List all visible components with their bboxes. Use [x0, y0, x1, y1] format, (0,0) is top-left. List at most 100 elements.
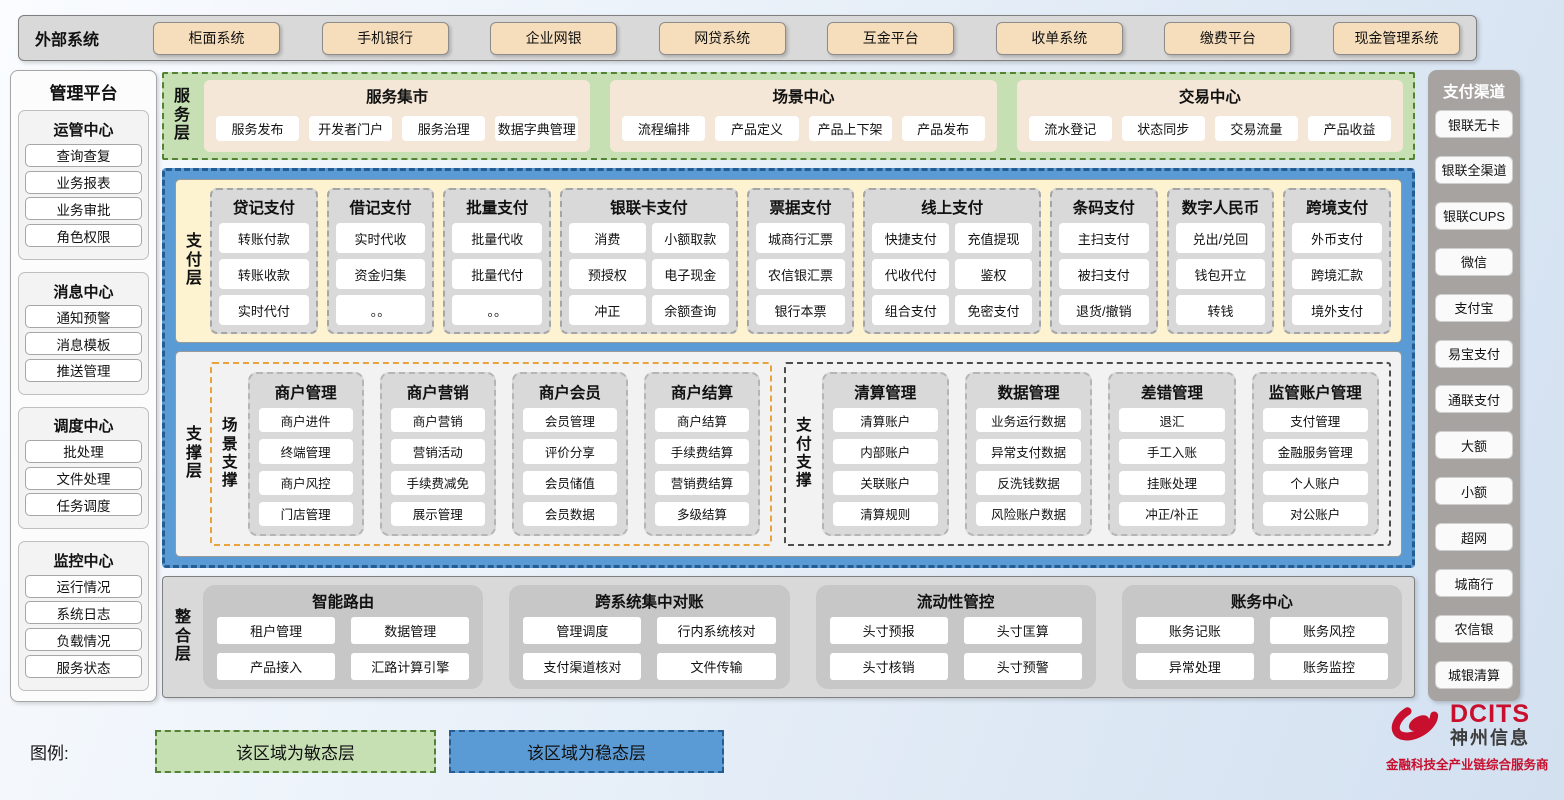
payment-item-button[interactable]: 充值提现 [955, 223, 1032, 253]
payment-item-button[interactable]: 资金归集 [336, 259, 426, 289]
support-item-button[interactable]: 会员储值 [523, 471, 617, 495]
service-item-button[interactable]: 产品定义 [715, 116, 798, 141]
support-item-button[interactable]: 内部账户 [833, 439, 938, 463]
external-system-button[interactable]: 缴费平台 [1164, 22, 1291, 55]
support-item-button[interactable]: 金融服务管理 [1263, 439, 1368, 463]
payment-channel-button[interactable]: 超网 [1435, 523, 1513, 551]
integration-item-button[interactable]: 账务风控 [1270, 617, 1388, 644]
payment-item-button[interactable]: 钱包开立 [1176, 259, 1266, 289]
payment-item-button[interactable]: 快捷支付 [872, 223, 949, 253]
payment-item-button[interactable]: 农信银汇票 [756, 259, 846, 289]
integration-item-button[interactable]: 汇路计算引擎 [351, 653, 469, 680]
support-item-button[interactable]: 关联账户 [833, 471, 938, 495]
management-item-button[interactable]: 负载情况 [25, 628, 142, 651]
management-item-button[interactable]: 通知预警 [25, 305, 142, 328]
integration-item-button[interactable]: 头寸预报 [830, 617, 948, 644]
integration-item-button[interactable]: 数据管理 [351, 617, 469, 644]
payment-item-button[interactable]: 批量代付 [452, 259, 542, 289]
support-item-button[interactable]: 商户营销 [391, 408, 485, 432]
payment-channel-button[interactable]: 银联CUPS [1435, 202, 1513, 230]
management-item-button[interactable]: 业务报表 [25, 171, 142, 194]
payment-item-button[interactable]: 。。 [452, 295, 542, 325]
integration-item-button[interactable]: 产品接入 [217, 653, 335, 680]
management-item-button[interactable]: 业务审批 [25, 197, 142, 220]
payment-item-button[interactable]: 转钱 [1176, 295, 1266, 325]
payment-item-button[interactable]: 批量代收 [452, 223, 542, 253]
integration-item-button[interactable]: 文件传输 [657, 653, 775, 680]
management-item-button[interactable]: 批处理 [25, 440, 142, 463]
service-item-button[interactable]: 流程编排 [622, 116, 705, 141]
external-system-button[interactable]: 互金平台 [827, 22, 954, 55]
payment-item-button[interactable]: 银行本票 [756, 295, 846, 325]
payment-item-button[interactable]: 消费 [569, 223, 646, 253]
integration-item-button[interactable]: 管理调度 [523, 617, 641, 644]
service-item-button[interactable]: 流水登记 [1029, 116, 1112, 141]
support-item-button[interactable]: 手续费减免 [391, 471, 485, 495]
payment-item-button[interactable]: 组合支付 [872, 295, 949, 325]
support-item-button[interactable]: 展示管理 [391, 502, 485, 526]
management-item-button[interactable]: 推送管理 [25, 359, 142, 382]
payment-channel-button[interactable]: 通联支付 [1435, 385, 1513, 413]
support-item-button[interactable]: 营销活动 [391, 439, 485, 463]
integration-item-button[interactable]: 账务监控 [1270, 653, 1388, 680]
payment-item-button[interactable]: 转账收款 [219, 259, 309, 289]
service-item-button[interactable]: 产品发布 [902, 116, 985, 141]
service-item-button[interactable]: 开发者门户 [309, 116, 392, 141]
management-item-button[interactable]: 文件处理 [25, 467, 142, 490]
integration-item-button[interactable]: 支付渠道核对 [523, 653, 641, 680]
payment-channel-button[interactable]: 城商行 [1435, 569, 1513, 597]
support-item-button[interactable]: 终端管理 [259, 439, 353, 463]
management-item-button[interactable]: 任务调度 [25, 493, 142, 516]
external-system-button[interactable]: 企业网银 [490, 22, 617, 55]
management-item-button[interactable]: 服务状态 [25, 655, 142, 678]
integration-item-button[interactable]: 租户管理 [217, 617, 335, 644]
service-item-button[interactable]: 交易流量 [1215, 116, 1298, 141]
integration-item-button[interactable]: 头寸核销 [830, 653, 948, 680]
payment-item-button[interactable]: 冲正 [569, 295, 646, 325]
payment-item-button[interactable]: 主扫支付 [1059, 223, 1149, 253]
support-item-button[interactable]: 风险账户数据 [976, 502, 1081, 526]
external-system-button[interactable]: 现金管理系统 [1333, 22, 1460, 55]
support-item-button[interactable]: 清算账户 [833, 408, 938, 432]
management-item-button[interactable]: 运行情况 [25, 575, 142, 598]
support-item-button[interactable]: 会员数据 [523, 502, 617, 526]
integration-item-button[interactable]: 头寸预警 [964, 653, 1082, 680]
management-item-button[interactable]: 系统日志 [25, 601, 142, 624]
payment-item-button[interactable]: 。。 [336, 295, 426, 325]
integration-item-button[interactable]: 账务记账 [1136, 617, 1254, 644]
support-item-button[interactable]: 清算规则 [833, 502, 938, 526]
payment-item-button[interactable]: 兑出/兑回 [1176, 223, 1266, 253]
payment-channel-button[interactable]: 微信 [1435, 248, 1513, 276]
payment-item-button[interactable]: 鉴权 [955, 259, 1032, 289]
payment-item-button[interactable]: 跨境汇款 [1292, 259, 1382, 289]
external-system-button[interactable]: 网贷系统 [659, 22, 786, 55]
integration-item-button[interactable]: 头寸匡算 [964, 617, 1082, 644]
payment-item-button[interactable]: 转账付款 [219, 223, 309, 253]
support-item-button[interactable]: 会员管理 [523, 408, 617, 432]
external-system-button[interactable]: 收单系统 [996, 22, 1123, 55]
management-item-button[interactable]: 消息模板 [25, 332, 142, 355]
support-item-button[interactable]: 多级结算 [655, 502, 749, 526]
payment-channel-button[interactable]: 银联全渠道 [1435, 156, 1513, 184]
integration-item-button[interactable]: 行内系统核对 [657, 617, 775, 644]
payment-item-button[interactable]: 电子现金 [652, 259, 729, 289]
payment-item-button[interactable]: 小额取款 [652, 223, 729, 253]
payment-item-button[interactable]: 实时代收 [336, 223, 426, 253]
support-item-button[interactable]: 退汇 [1119, 408, 1224, 432]
support-item-button[interactable]: 营销费结算 [655, 471, 749, 495]
payment-channel-button[interactable]: 银联无卡 [1435, 110, 1513, 138]
support-item-button[interactable]: 支付管理 [1263, 408, 1368, 432]
payment-item-button[interactable]: 外币支付 [1292, 223, 1382, 253]
service-item-button[interactable]: 产品上下架 [809, 116, 892, 141]
management-item-button[interactable]: 角色权限 [25, 224, 142, 247]
support-item-button[interactable]: 挂账处理 [1119, 471, 1224, 495]
support-item-button[interactable]: 商户风控 [259, 471, 353, 495]
support-item-button[interactable]: 商户结算 [655, 408, 749, 432]
payment-item-button[interactable]: 实时代付 [219, 295, 309, 325]
support-item-button[interactable]: 异常支付数据 [976, 439, 1081, 463]
payment-item-button[interactable]: 退货/撤销 [1059, 295, 1149, 325]
payment-channel-button[interactable]: 小额 [1435, 477, 1513, 505]
service-item-button[interactable]: 产品收益 [1308, 116, 1391, 141]
service-item-button[interactable]: 服务治理 [402, 116, 485, 141]
support-item-button[interactable]: 业务运行数据 [976, 408, 1081, 432]
